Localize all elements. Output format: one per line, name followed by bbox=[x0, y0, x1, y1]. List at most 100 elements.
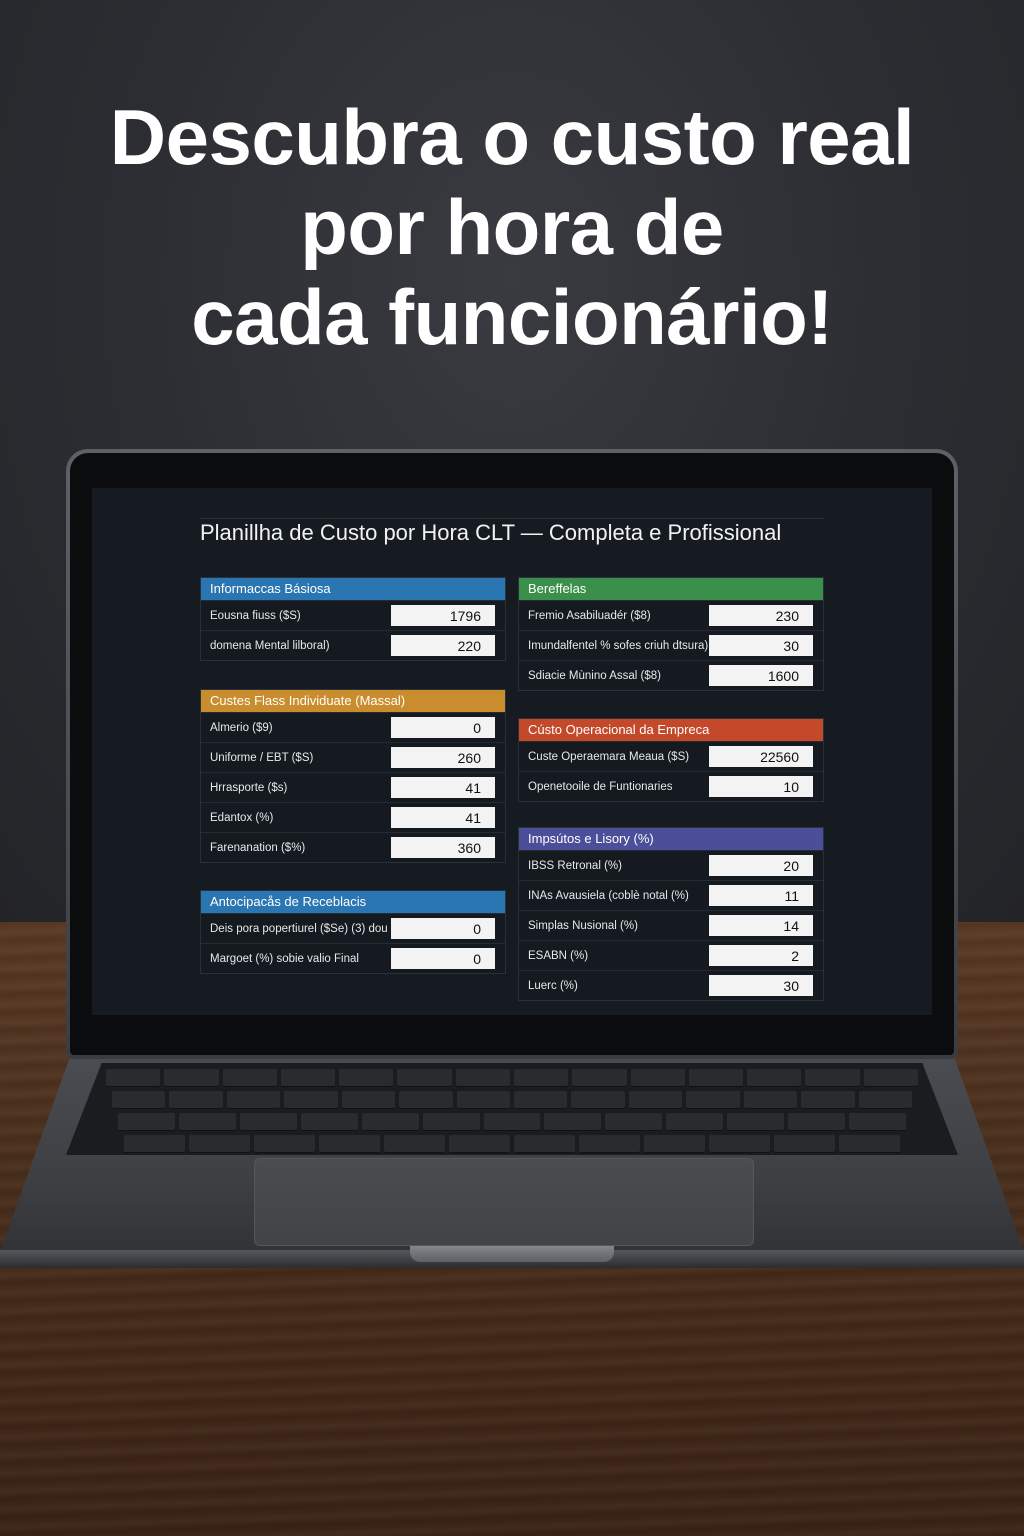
value-input[interactable] bbox=[391, 777, 495, 798]
value-input[interactable] bbox=[391, 747, 495, 768]
keyboard-row bbox=[106, 1135, 918, 1153]
keyboard-key[interactable] bbox=[164, 1069, 219, 1087]
keyboard-key[interactable] bbox=[339, 1069, 394, 1087]
keyboard-key[interactable] bbox=[788, 1113, 846, 1131]
keyboard-key[interactable] bbox=[544, 1113, 602, 1131]
keyboard-key[interactable] bbox=[422, 1113, 480, 1131]
panel-header: Antocipacås de Receblacis bbox=[201, 891, 505, 913]
keyboard-key[interactable] bbox=[118, 1113, 175, 1131]
keyboard-key[interactable] bbox=[849, 1113, 906, 1131]
table-row: Uniforme / EBT ($S) bbox=[201, 742, 505, 772]
keyboard-key[interactable] bbox=[628, 1091, 683, 1109]
keyboard-key[interactable] bbox=[727, 1113, 785, 1131]
keyboard-key[interactable] bbox=[280, 1069, 336, 1087]
value-input[interactable] bbox=[709, 885, 813, 906]
keyboard-key[interactable] bbox=[747, 1069, 802, 1087]
value-input[interactable] bbox=[391, 837, 495, 858]
table-row: Margoet (%) sobie valio Final bbox=[201, 943, 505, 973]
keyboard-key[interactable] bbox=[399, 1091, 453, 1109]
headline-line-2: por hora de bbox=[300, 183, 724, 271]
keyboard-key[interactable] bbox=[254, 1135, 315, 1153]
laptop-trackpad[interactable] bbox=[254, 1158, 754, 1246]
row-label: IBSS Retronal (%) bbox=[528, 859, 622, 872]
table-row: Sdiacie Mùnino Assal ($8) bbox=[519, 660, 823, 690]
keyboard-key[interactable] bbox=[178, 1113, 236, 1131]
keyboard-key[interactable] bbox=[112, 1091, 166, 1109]
keyboard-key[interactable] bbox=[483, 1113, 541, 1131]
keyboard-key[interactable] bbox=[341, 1091, 396, 1109]
keyboard-key[interactable] bbox=[226, 1091, 281, 1109]
panel-header: Impsútos e Lisory (%) bbox=[519, 828, 823, 850]
value-input[interactable] bbox=[391, 717, 495, 738]
keyboard-key[interactable] bbox=[571, 1091, 625, 1109]
value-input[interactable] bbox=[709, 605, 813, 626]
value-input[interactable] bbox=[709, 855, 813, 876]
keyboard-key[interactable] bbox=[630, 1069, 685, 1087]
keyboard-key[interactable] bbox=[666, 1113, 724, 1131]
laptop-keyboard bbox=[66, 1063, 958, 1155]
keyboard-key[interactable] bbox=[858, 1091, 912, 1109]
value-input[interactable] bbox=[709, 975, 813, 996]
value-input[interactable] bbox=[391, 918, 495, 939]
row-label: Imundalfentel % sofes criuh dtsura) bbox=[528, 639, 709, 652]
headline: Descubra o custo real por hora de cada f… bbox=[0, 92, 1024, 362]
keyboard-key[interactable] bbox=[805, 1069, 860, 1087]
value-input[interactable] bbox=[391, 948, 495, 969]
keyboard-key[interactable] bbox=[644, 1135, 705, 1153]
keyboard-key[interactable] bbox=[284, 1091, 338, 1109]
keyboard-key[interactable] bbox=[743, 1091, 798, 1109]
keyboard-key[interactable] bbox=[579, 1135, 640, 1153]
panel-header: Informaccas Básiosa bbox=[201, 578, 505, 600]
keyboard-key[interactable] bbox=[455, 1069, 510, 1087]
keyboard-key[interactable] bbox=[169, 1091, 223, 1109]
panel-informacoes-basicas: Informaccas Básiosa Eousna fiuss ($S) do… bbox=[200, 577, 506, 661]
value-input[interactable] bbox=[709, 746, 813, 767]
value-input[interactable] bbox=[391, 807, 495, 828]
spreadsheet-title: Planillha de Custo por Hora CLT — Comple… bbox=[200, 520, 782, 545]
keyboard-key[interactable] bbox=[514, 1091, 568, 1109]
row-label: Margoet (%) sobie valio Final bbox=[210, 952, 359, 965]
keyboard-key[interactable] bbox=[514, 1135, 575, 1153]
keyboard-key[interactable] bbox=[397, 1069, 452, 1087]
value-input[interactable] bbox=[709, 665, 813, 686]
table-row: Edantox (%) bbox=[201, 802, 505, 832]
value-input[interactable] bbox=[709, 635, 813, 656]
keyboard-key[interactable] bbox=[319, 1135, 380, 1153]
keyboard-key[interactable] bbox=[863, 1069, 918, 1087]
value-input[interactable] bbox=[709, 945, 813, 966]
value-input[interactable] bbox=[709, 776, 813, 797]
keyboard-key[interactable] bbox=[124, 1135, 185, 1153]
panel-impostos: Impsútos e Lisory (%) IBSS Retronal (%) … bbox=[518, 827, 824, 1001]
keyboard-key[interactable] bbox=[686, 1091, 740, 1109]
keyboard-key[interactable] bbox=[222, 1069, 277, 1087]
keyboard-key[interactable] bbox=[774, 1135, 835, 1153]
panel-header: Cústo Operacional da Empreca bbox=[519, 719, 823, 741]
table-row: Eousna fiuss ($S) bbox=[201, 600, 505, 630]
keyboard-key[interactable] bbox=[189, 1135, 250, 1153]
keyboard-key[interactable] bbox=[106, 1069, 161, 1087]
row-label: Uniforme / EBT ($S) bbox=[210, 751, 314, 764]
keyboard-key[interactable] bbox=[456, 1091, 510, 1109]
row-label: Sdiacie Mùnino Assal ($8) bbox=[528, 669, 661, 682]
table-row: Deis pora popertiurel ($Se) (3) dou bbox=[201, 913, 505, 943]
value-input[interactable] bbox=[709, 915, 813, 936]
keyboard-key[interactable] bbox=[514, 1069, 569, 1087]
keyboard-key[interactable] bbox=[605, 1113, 663, 1131]
value-input[interactable] bbox=[391, 605, 495, 626]
keyboard-key[interactable] bbox=[384, 1135, 445, 1153]
keyboard-key[interactable] bbox=[839, 1135, 900, 1153]
panel-custos-fixos: Custes Flass Individuate (Massal) Almeri… bbox=[200, 689, 506, 863]
table-row: Fremio Asabiluadér ($8) bbox=[519, 600, 823, 630]
row-label: Custe Operaemara Meaua ($S) bbox=[528, 750, 690, 763]
keyboard-key[interactable] bbox=[801, 1091, 855, 1109]
row-label: domena Mental lilboral) bbox=[210, 639, 330, 652]
keyboard-key[interactable] bbox=[361, 1113, 419, 1131]
row-label: Fremio Asabiluadér ($8) bbox=[528, 609, 651, 622]
keyboard-key[interactable] bbox=[300, 1113, 358, 1131]
keyboard-key[interactable] bbox=[572, 1069, 627, 1087]
keyboard-key[interactable] bbox=[239, 1113, 297, 1131]
keyboard-key[interactable] bbox=[449, 1135, 510, 1153]
value-input[interactable] bbox=[391, 635, 495, 656]
keyboard-key[interactable] bbox=[709, 1135, 770, 1153]
keyboard-key[interactable] bbox=[688, 1069, 744, 1087]
